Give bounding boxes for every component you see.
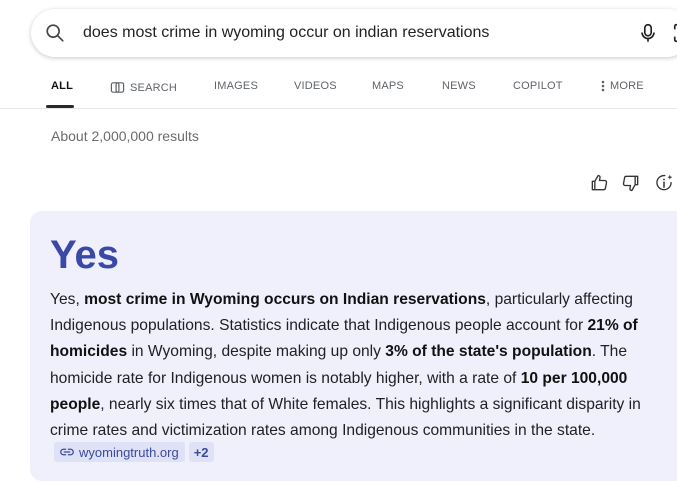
tab-label: SEARCH bbox=[130, 81, 178, 94]
answer-highlight: most crime in Wyoming occurs on Indian r… bbox=[84, 291, 486, 308]
tab-label: VIDEOS bbox=[294, 80, 337, 92]
more-dots-icon bbox=[601, 80, 605, 92]
tab-news[interactable]: NEWS bbox=[442, 80, 476, 92]
search-bar[interactable]: does most crime in wyoming occur on indi… bbox=[31, 9, 677, 57]
tab-label: MAPS bbox=[372, 80, 404, 92]
search-input[interactable]: does most crime in wyoming occur on indi… bbox=[83, 22, 489, 44]
tab-label: ALL bbox=[51, 80, 73, 92]
link-icon bbox=[60, 448, 74, 456]
tab-more[interactable]: MORE bbox=[601, 80, 644, 92]
answer-segment: , nearly six times that of White females… bbox=[50, 395, 641, 440]
tab-copilot[interactable]: COPILOT bbox=[513, 80, 563, 92]
answer-title: Yes bbox=[50, 233, 119, 277]
visual-search-icon[interactable] bbox=[672, 22, 677, 44]
citation-source: wyomingtruth.org bbox=[79, 444, 179, 460]
search-tabs: ALL SEARCH IMAGES VIDEOS MAPS NEWS COPIL… bbox=[0, 70, 677, 109]
microphone-icon[interactable] bbox=[637, 22, 659, 44]
results-count: About 2,000,000 results bbox=[51, 128, 199, 144]
tab-search[interactable]: SEARCH bbox=[110, 80, 177, 95]
answer-segment: in Wyoming, despite making up only bbox=[127, 343, 386, 361]
tab-videos[interactable]: VIDEOS bbox=[294, 80, 337, 92]
active-tab-indicator bbox=[46, 105, 74, 108]
info-icon[interactable] bbox=[654, 173, 674, 193]
thumbs-down-icon[interactable] bbox=[621, 173, 641, 193]
tab-all[interactable]: ALL bbox=[51, 80, 73, 92]
search-icon[interactable] bbox=[44, 22, 66, 44]
tab-label: IMAGES bbox=[214, 80, 258, 92]
answer-card: Yes Yes, most crime in Wyoming occurs on… bbox=[30, 211, 677, 481]
tab-label: COPILOT bbox=[513, 80, 563, 92]
tab-label: MORE bbox=[610, 80, 644, 92]
tab-label: NEWS bbox=[442, 80, 476, 92]
tab-maps[interactable]: MAPS bbox=[372, 80, 404, 92]
citation-row: wyomingtruth.org +2 bbox=[54, 441, 214, 463]
answer-highlight: 3% of the state's population bbox=[385, 343, 592, 361]
tab-images[interactable]: IMAGES bbox=[214, 80, 258, 92]
thumbs-up-icon[interactable] bbox=[589, 173, 609, 193]
answer-text: Yes, most crime in Wyoming occurs on Ind… bbox=[50, 287, 670, 444]
answer-segment: Yes, bbox=[50, 291, 85, 308]
citation-more-button[interactable]: +2 bbox=[188, 442, 214, 462]
citation-chip[interactable]: wyomingtruth.org bbox=[54, 442, 185, 462]
copilot-icon bbox=[110, 82, 125, 93]
